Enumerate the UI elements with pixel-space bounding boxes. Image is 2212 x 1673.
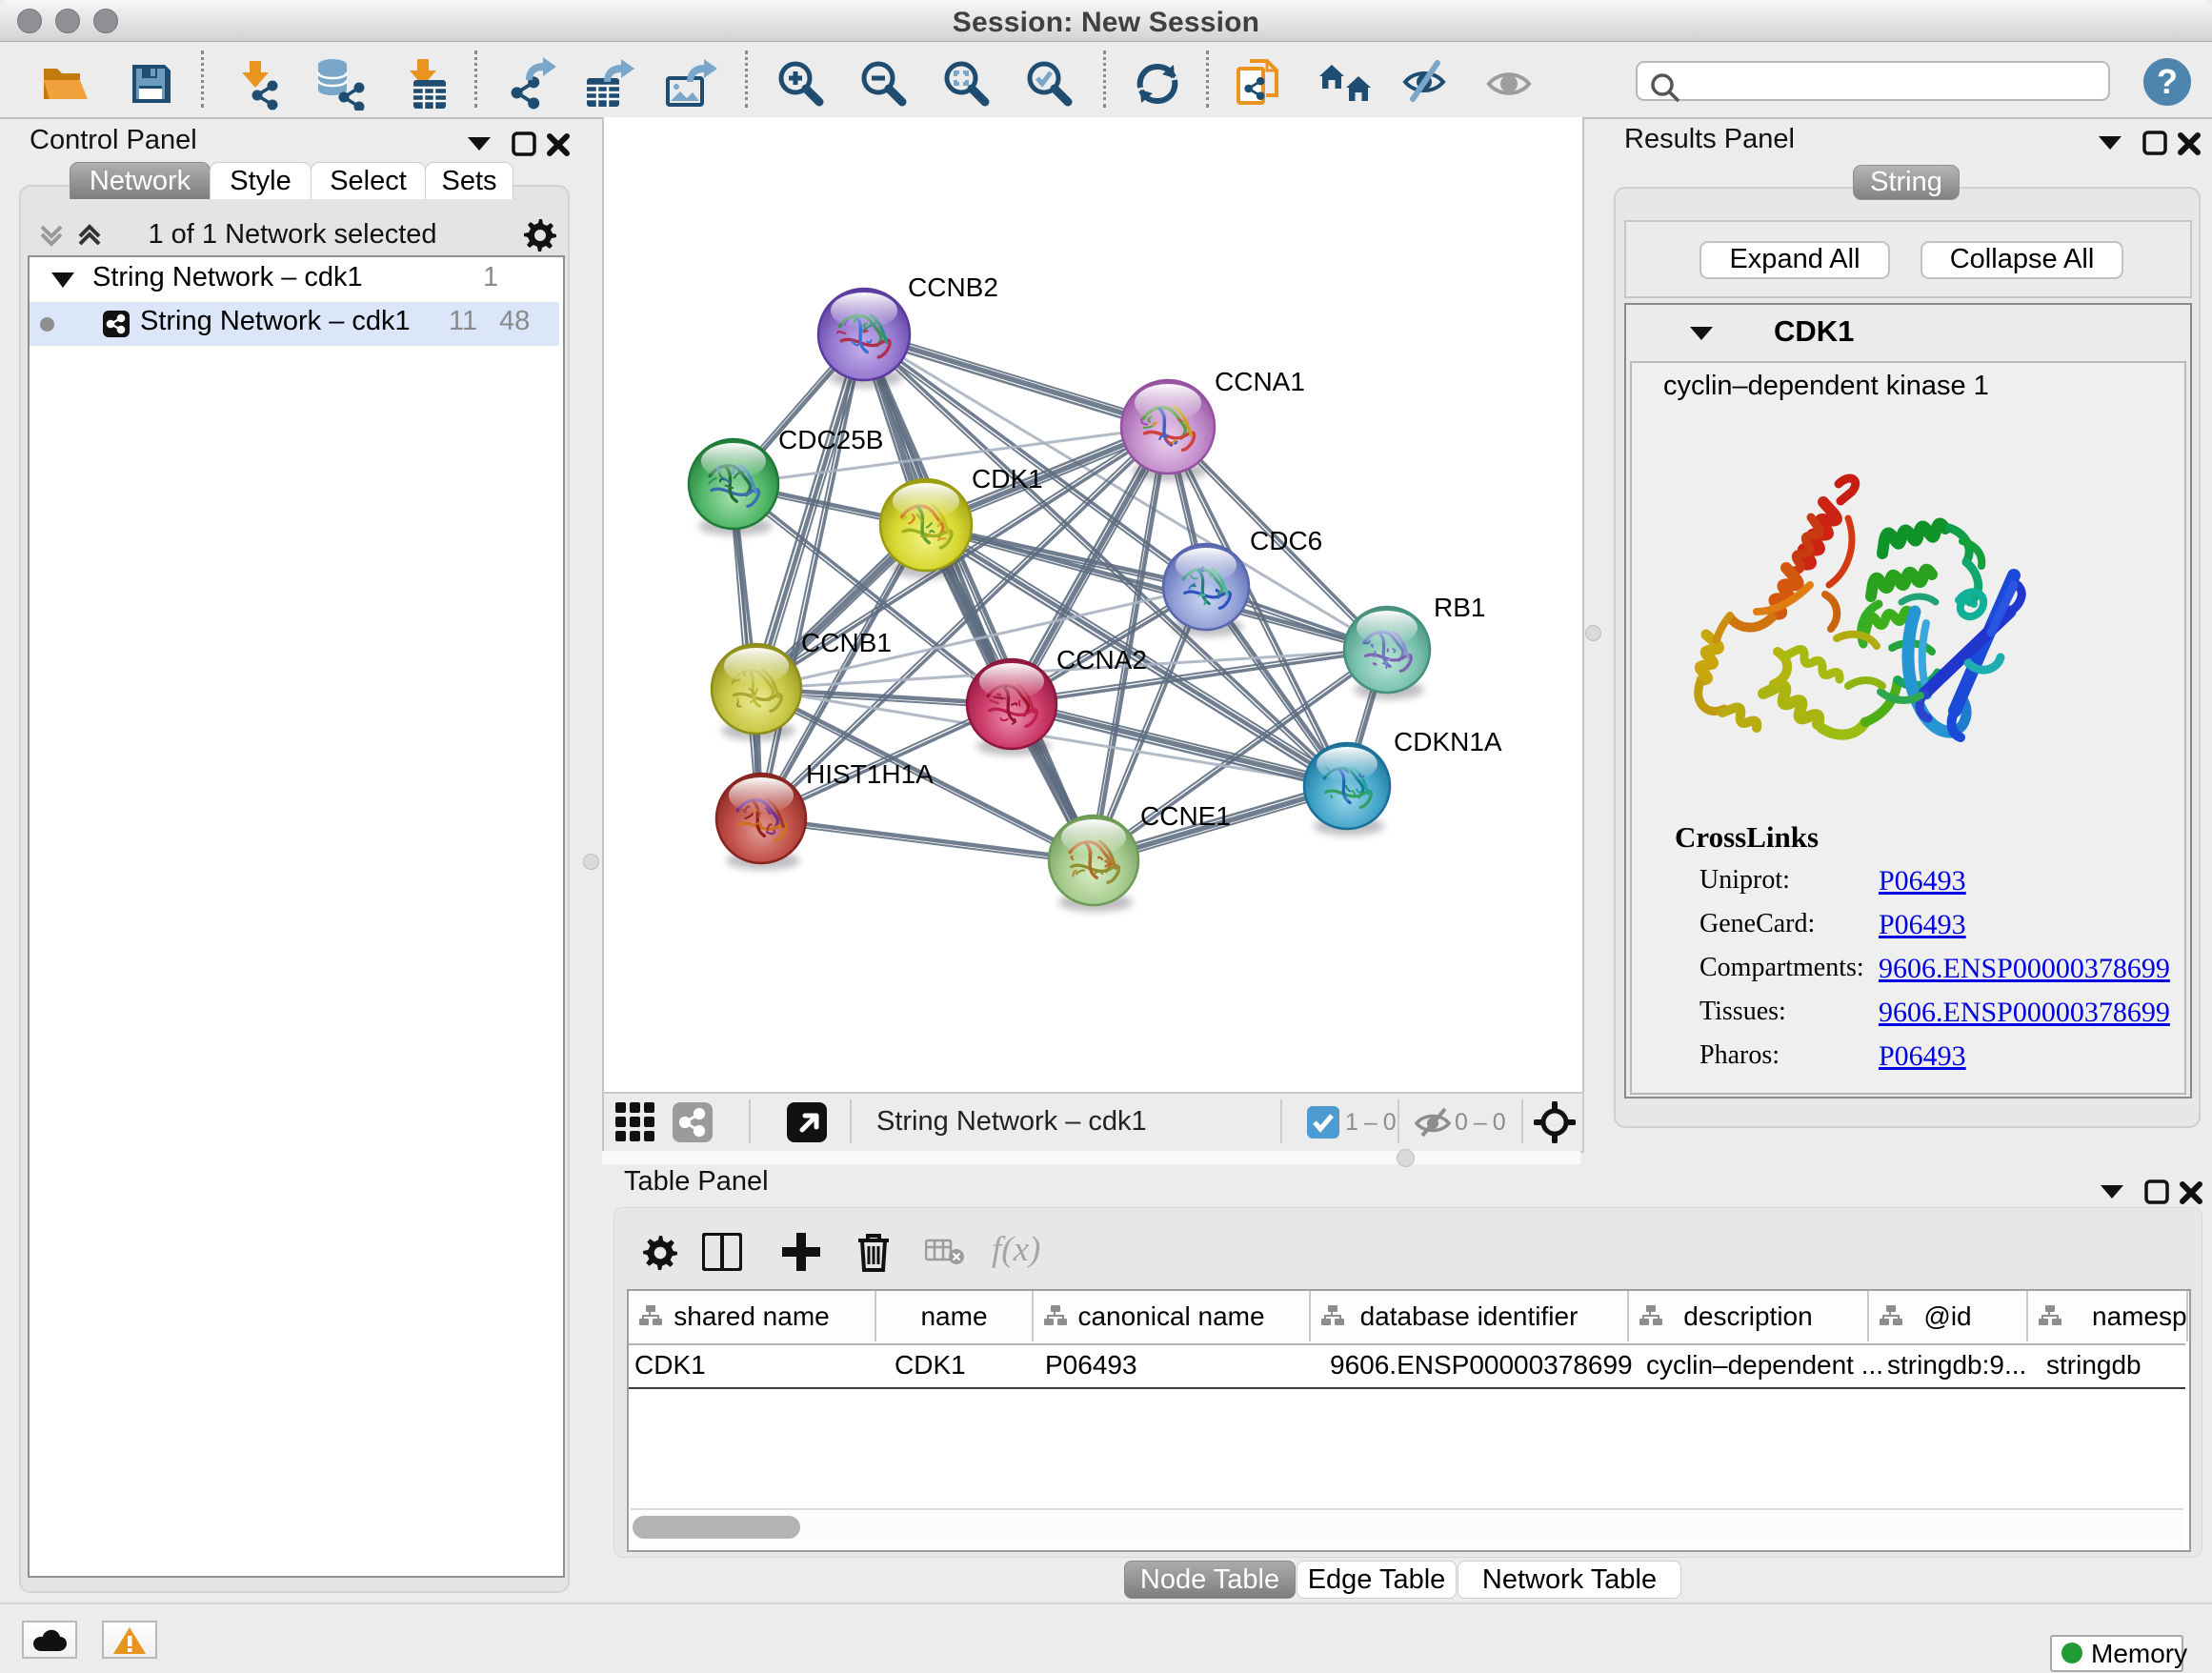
svg-text:CCNB1: CCNB1 (801, 628, 892, 657)
svg-text:CDC25B: CDC25B (778, 425, 883, 454)
svg-text:RB1: RB1 (1434, 593, 1485, 622)
svg-text:CDC6: CDC6 (1250, 526, 1322, 555)
svg-text:?: ? (2157, 62, 2178, 101)
svg-text:HIST1H1A: HIST1H1A (806, 759, 934, 789)
svg-text:CDKN1A: CDKN1A (1394, 727, 1502, 756)
svg-text:CCNE1: CCNE1 (1140, 801, 1231, 831)
svg-text:CCNA2: CCNA2 (1056, 645, 1147, 675)
svg-text:CDK1: CDK1 (972, 464, 1043, 494)
svg-text:CCNA1: CCNA1 (1215, 367, 1305, 396)
svg-text:CCNB2: CCNB2 (908, 272, 998, 302)
